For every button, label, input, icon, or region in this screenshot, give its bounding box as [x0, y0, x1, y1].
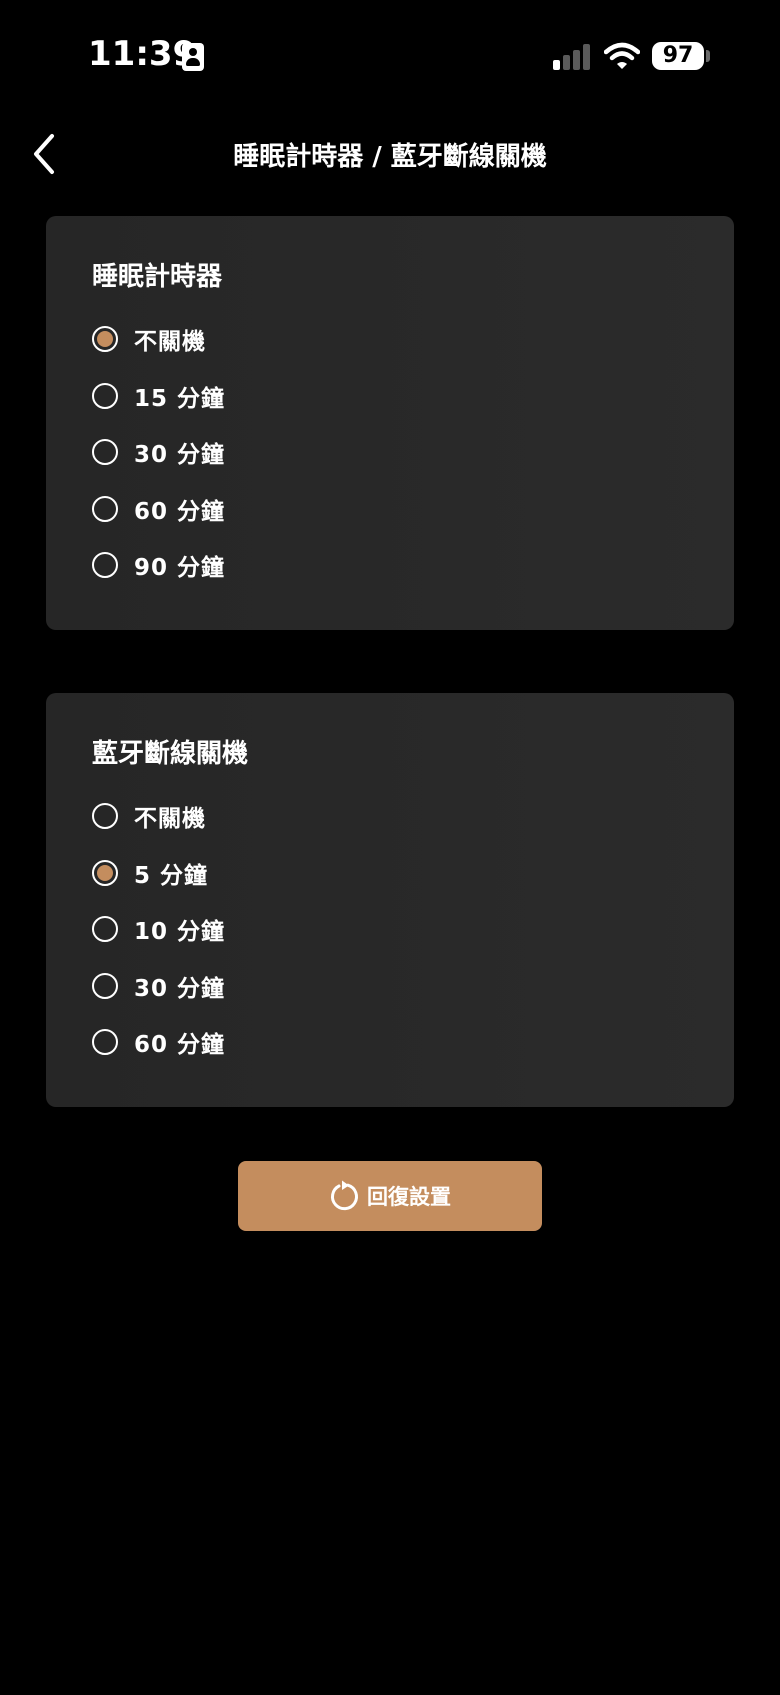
status-time: 11:39: [88, 34, 197, 74]
bt-option-off[interactable]: 不關機: [92, 796, 206, 836]
bt-option-5[interactable]: 5 分鐘: [92, 853, 208, 893]
radio-button[interactable]: [92, 383, 118, 409]
bt-disconnect-title: 藍牙斷線關機: [92, 739, 249, 769]
sleep-option-off[interactable]: 不關機: [92, 319, 206, 359]
option-label: 不關機: [134, 806, 206, 832]
battery-level: 97: [662, 43, 694, 68]
option-label: 5 分鐘: [134, 863, 209, 889]
radio-button[interactable]: [92, 860, 118, 886]
radio-button[interactable]: [92, 552, 118, 578]
option-label: 30 分鐘: [134, 976, 226, 1002]
reset-icon: [331, 1180, 358, 1211]
reset-settings-button[interactable]: 回復設置: [238, 1161, 542, 1231]
radio-button[interactable]: [92, 439, 118, 465]
bt-option-30[interactable]: 30 分鐘: [92, 966, 225, 1006]
sleep-option-15[interactable]: 15 分鐘: [92, 376, 225, 416]
radio-button[interactable]: [92, 803, 118, 829]
reset-label: 回復設置: [367, 1185, 451, 1209]
radio-button[interactable]: [92, 326, 118, 352]
radio-button[interactable]: [92, 973, 118, 999]
sleep-timer-title: 睡眠計時器: [92, 262, 223, 292]
cellular-signal-icon: [553, 44, 593, 70]
sleep-option-90[interactable]: 90 分鐘: [92, 545, 225, 585]
battery-tip: [706, 50, 710, 62]
option-label: 90 分鐘: [134, 555, 226, 581]
option-label: 15 分鐘: [134, 386, 226, 412]
wifi-icon: [604, 42, 640, 69]
radio-button[interactable]: [92, 916, 118, 942]
option-label: 10 分鐘: [134, 919, 226, 945]
radio-button[interactable]: [92, 496, 118, 522]
bt-option-10[interactable]: 10 分鐘: [92, 909, 225, 949]
sleep-option-30[interactable]: 30 分鐘: [92, 432, 225, 472]
option-label: 60 分鐘: [134, 1032, 226, 1058]
contact-card-icon: [182, 43, 204, 71]
sleep-timer-card: 睡眠計時器 不關機 15 分鐘 30 分鐘 60 分鐘 90 分鐘: [46, 216, 734, 630]
option-label: 30 分鐘: [134, 442, 226, 468]
page-title: 睡眠計時器 / 藍牙斷線關機: [233, 142, 547, 172]
bt-option-60[interactable]: 60 分鐘: [92, 1022, 225, 1062]
battery-icon: 97: [652, 42, 704, 70]
status-bar: 11:39 97: [0, 0, 780, 110]
option-label: 不關機: [134, 329, 206, 355]
radio-button[interactable]: [92, 1029, 118, 1055]
sleep-option-60[interactable]: 60 分鐘: [92, 489, 225, 529]
bt-disconnect-card: 藍牙斷線關機 不關機 5 分鐘 10 分鐘 30 分鐘 60 分鐘: [46, 693, 734, 1107]
option-label: 60 分鐘: [134, 499, 226, 525]
